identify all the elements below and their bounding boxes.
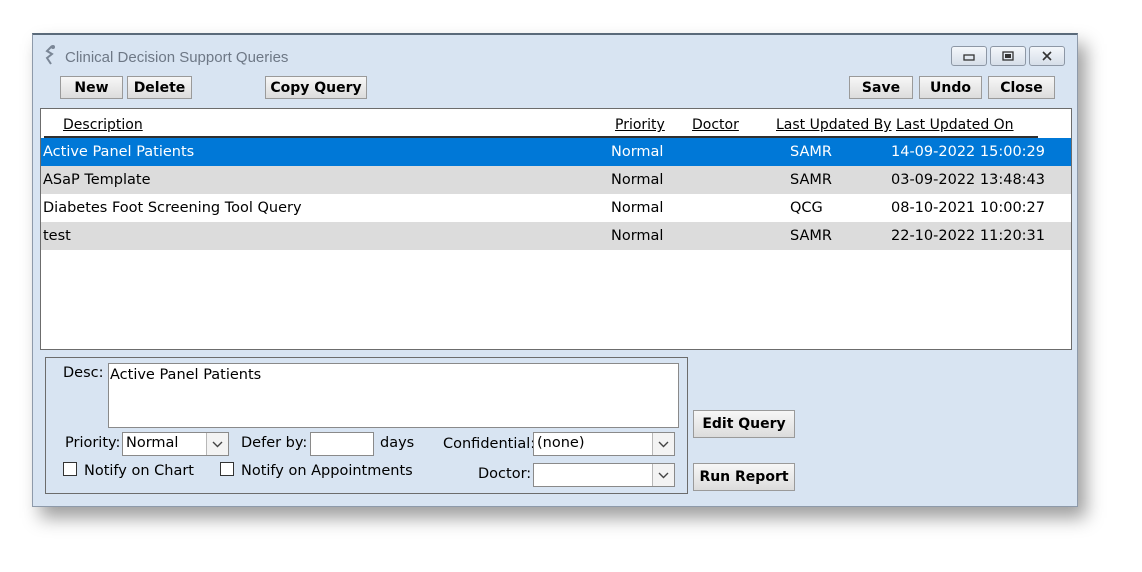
doctor-select[interactable] — [533, 463, 675, 487]
priority-label: Priority: — [65, 435, 121, 451]
desc-field[interactable]: Active Panel Patients — [108, 363, 679, 428]
confidential-value: (none) — [537, 435, 585, 451]
cell-last-updated-by: QCG — [790, 200, 823, 216]
query-details-panel: Desc: Active Panel Patients Priority: No… — [45, 357, 688, 494]
table-row[interactable]: Diabetes Foot Screening Tool Query Norma… — [41, 194, 1071, 222]
chevron-down-icon — [652, 433, 674, 455]
cell-last-updated-by: SAMR — [790, 172, 832, 188]
cell-priority: Normal — [611, 172, 664, 188]
notify-on-appointments-checkbox[interactable] — [220, 462, 234, 476]
chevron-down-icon — [206, 433, 228, 455]
cell-last-updated-on: 03-09-2022 13:48:43 — [891, 172, 1045, 188]
column-header-priority[interactable]: Priority — [615, 117, 665, 133]
undo-button[interactable]: Undo — [919, 76, 982, 99]
column-header-doctor[interactable]: Doctor — [692, 117, 739, 133]
cell-description: Active Panel Patients — [43, 144, 195, 160]
notify-on-chart-checkbox[interactable] — [63, 462, 77, 476]
confidential-label: Confidential: — [443, 436, 536, 452]
table-row[interactable]: test Normal SAMR 22-10-2022 11:20:31 — [41, 222, 1071, 250]
minimize-icon — [963, 54, 975, 61]
run-report-button[interactable]: Run Report — [693, 463, 795, 491]
cell-description: Diabetes Foot Screening Tool Query — [43, 200, 302, 216]
table-row[interactable]: Active Panel Patients Normal SAMR 14-09-… — [41, 138, 1071, 166]
save-button[interactable]: Save — [849, 76, 913, 99]
title-bar[interactable]: Clinical Decision Support Queries — [33, 35, 1077, 73]
table-row[interactable]: ASaP Template Normal SAMR 03-09-2022 13:… — [41, 166, 1071, 194]
window-close-button[interactable] — [1029, 46, 1065, 66]
column-header-last-updated-on[interactable]: Last Updated On — [896, 117, 1014, 133]
close-icon — [1042, 51, 1052, 61]
cell-last-updated-on: 22-10-2022 11:20:31 — [891, 228, 1045, 244]
delete-button[interactable]: Delete — [127, 76, 192, 99]
cell-priority: Normal — [611, 228, 664, 244]
notify-on-chart-label: Notify on Chart — [84, 463, 194, 479]
cell-priority: Normal — [611, 200, 664, 216]
caduceus-icon — [45, 45, 55, 65]
minimize-button[interactable] — [951, 46, 987, 66]
maximize-button[interactable] — [990, 46, 1026, 66]
window-title: Clinical Decision Support Queries — [65, 49, 289, 66]
close-button[interactable]: Close — [988, 76, 1055, 99]
query-list[interactable]: Description Priority Doctor Last Updated… — [40, 108, 1072, 350]
cell-last-updated-by: SAMR — [790, 228, 832, 244]
cell-last-updated-by: SAMR — [790, 144, 832, 160]
copy-query-button[interactable]: Copy Query — [265, 76, 367, 99]
defer-by-input[interactable] — [310, 432, 374, 456]
column-header-description[interactable]: Description — [63, 117, 143, 133]
cell-last-updated-on: 08-10-2021 10:00:27 — [891, 200, 1045, 216]
days-label: days — [380, 435, 415, 451]
column-header-last-updated-by[interactable]: Last Updated By — [776, 117, 892, 133]
new-button[interactable]: New — [60, 76, 123, 99]
chevron-down-icon — [652, 464, 674, 486]
cell-description: test — [43, 228, 71, 244]
doctor-label: Doctor: — [478, 466, 532, 482]
notify-on-appointments-label: Notify on Appointments — [241, 463, 413, 479]
cell-priority: Normal — [611, 144, 664, 160]
desc-label: Desc: — [63, 365, 104, 381]
cell-last-updated-on: 14-09-2022 15:00:29 — [891, 144, 1045, 160]
priority-select[interactable]: Normal — [122, 432, 229, 456]
query-window: Clinical Decision Support Queries New De… — [32, 33, 1078, 507]
edit-query-button[interactable]: Edit Query — [693, 410, 795, 438]
confidential-select[interactable]: (none) — [533, 432, 675, 456]
maximize-icon — [1002, 51, 1014, 61]
defer-by-label: Defer by: — [241, 435, 308, 451]
cell-description: ASaP Template — [43, 172, 151, 188]
priority-value: Normal — [126, 435, 179, 451]
